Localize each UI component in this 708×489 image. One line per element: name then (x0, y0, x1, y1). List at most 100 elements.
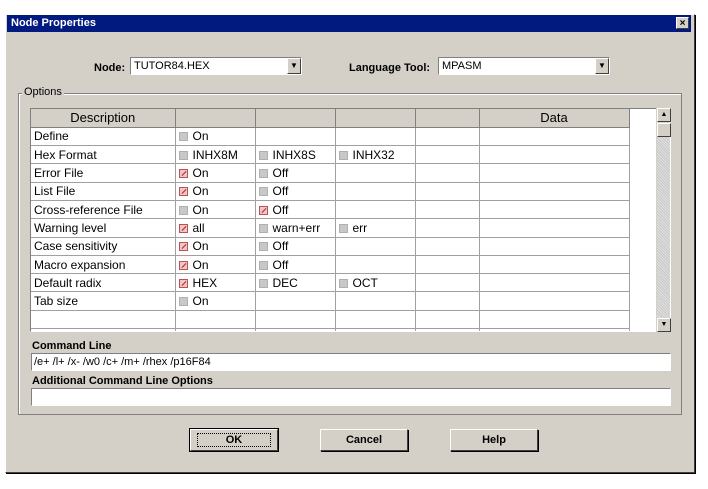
option-label[interactable]: INHX32 (353, 148, 395, 162)
option-label[interactable]: warn+err (273, 221, 321, 235)
option-label[interactable]: err (353, 221, 368, 235)
checkbox-icon[interactable] (178, 187, 188, 197)
checkbox-icon[interactable] (338, 223, 348, 233)
checkbox-icon[interactable] (258, 187, 268, 197)
options-scrollbar[interactable]: ▲ ▼ (656, 108, 671, 332)
checkbox-icon[interactable] (178, 132, 188, 142)
option-label[interactable]: Off (273, 203, 289, 217)
command-line-field[interactable]: /e+ /l+ /x- /w0 /c+ /m+ /rhex /p16F84 (31, 353, 671, 371)
options-grid: Description Data Define On Hex Format INHX8… (30, 108, 671, 332)
option-cell: DEC (255, 273, 336, 293)
data-cell (479, 255, 630, 275)
option-description: Tab size (31, 291, 176, 311)
option-label[interactable]: On (193, 258, 209, 272)
help-button[interactable]: Help (450, 429, 538, 451)
option-label[interactable]: On (193, 239, 209, 253)
checkbox-icon[interactable] (178, 150, 188, 160)
checkbox-icon[interactable] (258, 169, 268, 179)
empty-cell (31, 310, 176, 330)
node-select[interactable]: TUTOR84.HEX ▼ (130, 57, 302, 75)
close-button[interactable]: × (676, 17, 689, 29)
option-label[interactable]: INHX8M (193, 148, 238, 162)
chevron-down-icon[interactable]: ▼ (595, 58, 609, 74)
scroll-down-button[interactable]: ▼ (657, 318, 671, 332)
column-header-opt1[interactable] (175, 109, 256, 128)
window-title: Node Properties (11, 17, 96, 29)
option-row: Hex Format INHX8M INHX8S INHX32 (31, 145, 630, 165)
chevron-down-icon[interactable]: ▼ (287, 58, 301, 74)
option-label[interactable]: HEX (193, 276, 218, 290)
empty-cell (415, 291, 480, 311)
empty-cell (335, 182, 416, 201)
option-cell: all (175, 218, 256, 238)
option-label[interactable]: On (193, 166, 209, 180)
empty-cell (335, 310, 416, 330)
option-cell: Off (255, 200, 336, 220)
language-tool-select[interactable]: MPASM ▼ (438, 57, 610, 75)
option-label[interactable]: On (193, 203, 209, 217)
option-label[interactable]: On (193, 294, 209, 308)
empty-cell (479, 310, 630, 330)
column-header-opt2[interactable] (255, 109, 336, 128)
checkbox-icon[interactable] (338, 278, 348, 288)
option-label[interactable]: Off (273, 184, 289, 198)
empty-cell (255, 291, 336, 311)
checkbox-icon[interactable] (178, 205, 188, 215)
column-header-opt3[interactable] (335, 109, 416, 128)
option-label[interactable]: Off (273, 239, 289, 253)
option-cell: INHX8M (175, 145, 256, 165)
empty-cell (335, 237, 416, 256)
option-description: List File (31, 182, 176, 201)
option-label[interactable]: On (193, 184, 209, 198)
checkbox-icon[interactable] (258, 260, 268, 270)
data-cell (479, 218, 630, 238)
empty-cell (415, 200, 480, 220)
checkbox-icon[interactable] (178, 297, 188, 307)
option-label[interactable]: INHX8S (273, 148, 316, 162)
option-label[interactable]: On (193, 129, 209, 143)
option-label[interactable]: DEC (273, 276, 298, 290)
ok-button[interactable]: OK (189, 428, 279, 452)
column-header-description[interactable]: Description (31, 109, 176, 128)
scroll-up-button[interactable]: ▲ (657, 108, 671, 122)
ok-button-label: OK (196, 433, 272, 447)
additional-options-field[interactable] (31, 388, 671, 406)
option-label[interactable]: Off (273, 166, 289, 180)
option-cell: Off (255, 255, 336, 275)
option-description: Error File (31, 163, 176, 183)
checkbox-icon[interactable] (258, 223, 268, 233)
data-cell (479, 127, 630, 147)
checkbox-icon[interactable] (178, 260, 188, 270)
checkbox-icon[interactable] (258, 205, 268, 215)
empty-cell (415, 273, 480, 293)
option-cell: INHX32 (335, 145, 416, 165)
checkbox-icon[interactable] (178, 242, 188, 252)
option-description: Case sensitivity (31, 237, 176, 256)
checkbox-icon[interactable] (258, 278, 268, 288)
option-label[interactable]: OCT (353, 276, 378, 290)
cancel-button[interactable]: Cancel (320, 429, 408, 451)
data-cell (479, 273, 630, 293)
checkbox-icon[interactable] (338, 150, 348, 160)
column-header-opt4[interactable] (415, 109, 480, 128)
empty-cell (415, 310, 480, 330)
option-cell: err (335, 218, 416, 238)
additional-options-label: Additional Command Line Options (32, 375, 213, 387)
checkbox-icon[interactable] (178, 169, 188, 179)
checkbox-icon[interactable] (178, 223, 188, 233)
checkbox-icon[interactable] (258, 242, 268, 252)
empty-cell (335, 200, 416, 220)
column-header-data[interactable]: Data (479, 109, 630, 128)
checkbox-icon[interactable] (178, 278, 188, 288)
empty-cell (335, 291, 416, 311)
option-row: Macro expansion On Off (31, 255, 630, 275)
option-label[interactable]: all (193, 221, 205, 235)
option-description: Cross-reference File (31, 200, 176, 220)
title-bar: Node Properties × (7, 15, 691, 32)
checkbox-icon[interactable] (258, 150, 268, 160)
scroll-thumb[interactable] (657, 123, 671, 137)
options-group-label: Options (22, 86, 64, 98)
empty-cell (31, 328, 176, 331)
option-cell: OCT (335, 273, 416, 293)
option-label[interactable]: Off (273, 258, 289, 272)
